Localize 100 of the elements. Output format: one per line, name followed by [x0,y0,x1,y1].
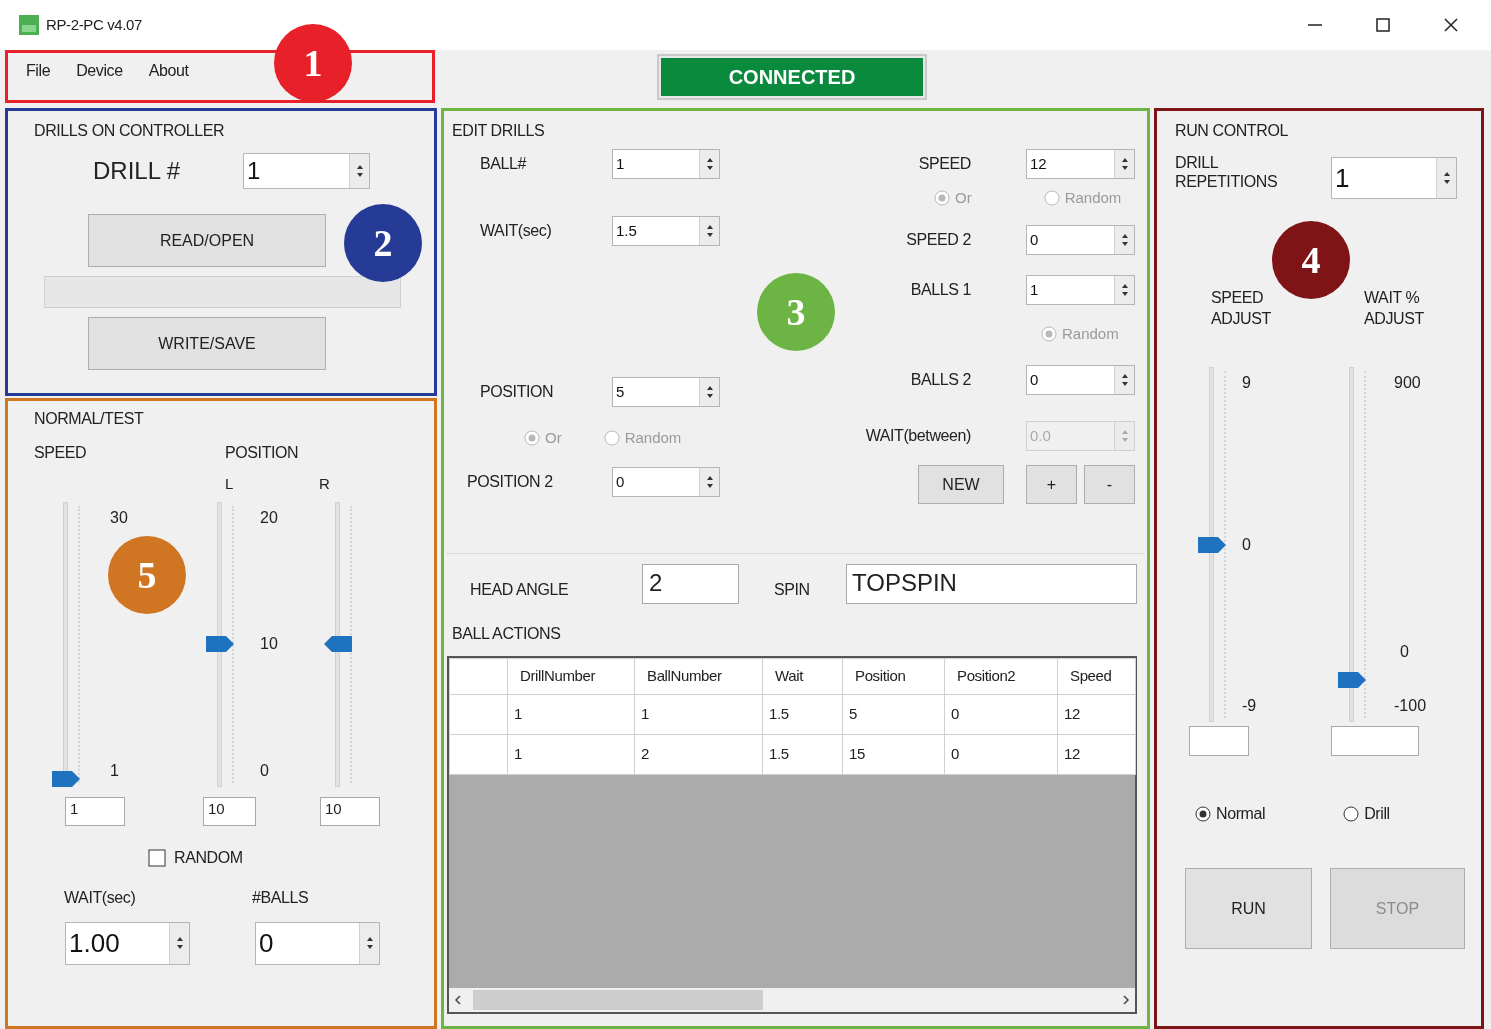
empty-field[interactable] [1189,726,1249,756]
slider-thumb[interactable] [206,636,234,652]
radio-circle-icon [934,190,950,206]
spin-box[interactable]: 5 [612,377,720,407]
spin-box[interactable]: 0 [1026,225,1135,255]
scrollbar-thumb[interactable] [473,990,763,1010]
spinner-arrows-icon [704,223,715,239]
table-cell: 1.5 [762,734,843,775]
spin-box[interactable]: 12 [1026,149,1135,179]
column-header[interactable]: Speed [1057,658,1136,695]
button[interactable]: - [1084,465,1135,504]
spinner-arrows-icon [704,156,715,172]
menu-item[interactable]: File [26,59,51,83]
spin-box[interactable]: 1 [1026,275,1135,305]
spin-box[interactable]: 1 [1331,157,1457,199]
empty-field[interactable] [1331,726,1419,756]
status-indicator: CONNECTED [661,58,923,96]
radio-circle-icon [1195,806,1211,822]
spinner-arrows-icon [364,935,375,951]
table-cell: 1 [634,694,763,735]
table-cell: 0 [944,734,1058,775]
slider-thumb[interactable] [324,636,352,652]
spin-box[interactable]: 1 [612,149,720,179]
field-label: SPEED 2 [906,230,971,250]
column-header[interactable]: Wait [762,658,843,695]
table-cell: 1 [507,734,635,775]
close-icon[interactable] [1443,17,1459,33]
radio-circle-icon [1043,190,1060,206]
field-label: L [225,474,235,494]
scale-label: 10 [260,634,279,654]
field-label: BALL# [480,154,528,174]
spin-box[interactable]: 0 [1026,365,1135,395]
callout-badge: 2 [344,204,422,282]
radio-button[interactable]: Normal [1195,802,1266,826]
slider-thumb[interactable] [1338,672,1366,689]
field-label: POSITION [225,443,299,463]
checkbox-icon [148,848,166,867]
button[interactable]: NEW [918,465,1004,504]
maximize-icon[interactable] [1375,17,1391,33]
scale-label: 0 [260,760,270,781]
radio-circle-icon [1041,326,1057,342]
column-header[interactable]: DrillNumber [507,658,635,695]
column-header[interactable]: Position2 [944,658,1058,695]
spin-box[interactable]: 0 [255,921,380,965]
spinner-arrows-icon [1441,170,1452,186]
column-header[interactable]: BallNumber [634,658,763,695]
button[interactable]: + [1026,465,1077,504]
callout-badge: 1 [274,24,352,102]
spin-box[interactable]: 1.5 [612,216,720,246]
scale-label: 30 [110,507,129,528]
slider-thumb[interactable] [1198,536,1226,553]
slider-thumb[interactable] [52,770,80,787]
button[interactable]: READ/OPEN [88,214,326,267]
checkbox[interactable]: RANDOM [148,845,243,870]
callout-badge: 4 [1272,221,1350,299]
spin-box[interactable]: 1 [243,153,370,189]
group-title: NORMAL/TEST [34,409,144,429]
group-title: BALL ACTIONS [452,624,561,644]
column-header[interactable]: Position [842,658,945,695]
text-field[interactable]: 1 [65,796,125,826]
text-field[interactable]: 10 [203,796,256,826]
scale-label: -9 [1242,696,1258,716]
table-cell: 12 [1057,694,1136,735]
button[interactable]: WRITE/SAVE [88,317,326,370]
table-cell: 12 [1057,734,1136,775]
horizontal-scrollbar[interactable] [449,988,1135,1012]
text-field[interactable]: TOPSPIN [846,564,1137,604]
window-title: RP-2-PC v4.07 [46,14,142,35]
field-label: WAIT(sec) [480,221,553,241]
scale-label: 0 [1400,642,1410,662]
spinner-arrows-icon [354,163,365,179]
field-label: HEAD ANGLE [470,580,570,600]
spin-box[interactable]: 0 [612,467,720,497]
field-label: WAIT % ADJUST [1364,288,1425,329]
field-label: #BALLS [252,887,309,908]
field-label: BALLS 1 [910,280,971,300]
menu-item[interactable]: Device [76,59,123,83]
table-cell: 15 [842,734,945,775]
scroll-left-icon [453,994,463,1006]
field-label: BALLS 2 [910,370,971,390]
text-field[interactable]: 10 [320,796,380,826]
field-label: SPEED [34,443,88,463]
radio-button[interactable]: Drill [1343,802,1390,826]
radio-circle-icon [1343,806,1360,822]
spinner-arrows-icon [174,935,185,951]
field-label: SPEED ADJUST [1211,288,1272,329]
app-icon [18,14,40,36]
spinner-arrows-icon [704,474,715,490]
scale-label: 1 [110,760,120,781]
button[interactable]: RUN [1185,868,1312,949]
spin-box[interactable]: 1.00 [65,921,190,965]
table-cell: 2 [634,734,763,775]
scale-label: 900 [1394,373,1422,393]
text-field[interactable]: 2 [642,564,739,604]
field-label: SPIN [774,580,811,600]
field-label: DRILL REPETITIONS [1175,153,1279,191]
radio-circle-icon [524,430,540,446]
field-label: DRILL # [93,156,182,186]
menu-item[interactable]: About [148,59,189,83]
scroll-right-icon [1121,994,1131,1006]
